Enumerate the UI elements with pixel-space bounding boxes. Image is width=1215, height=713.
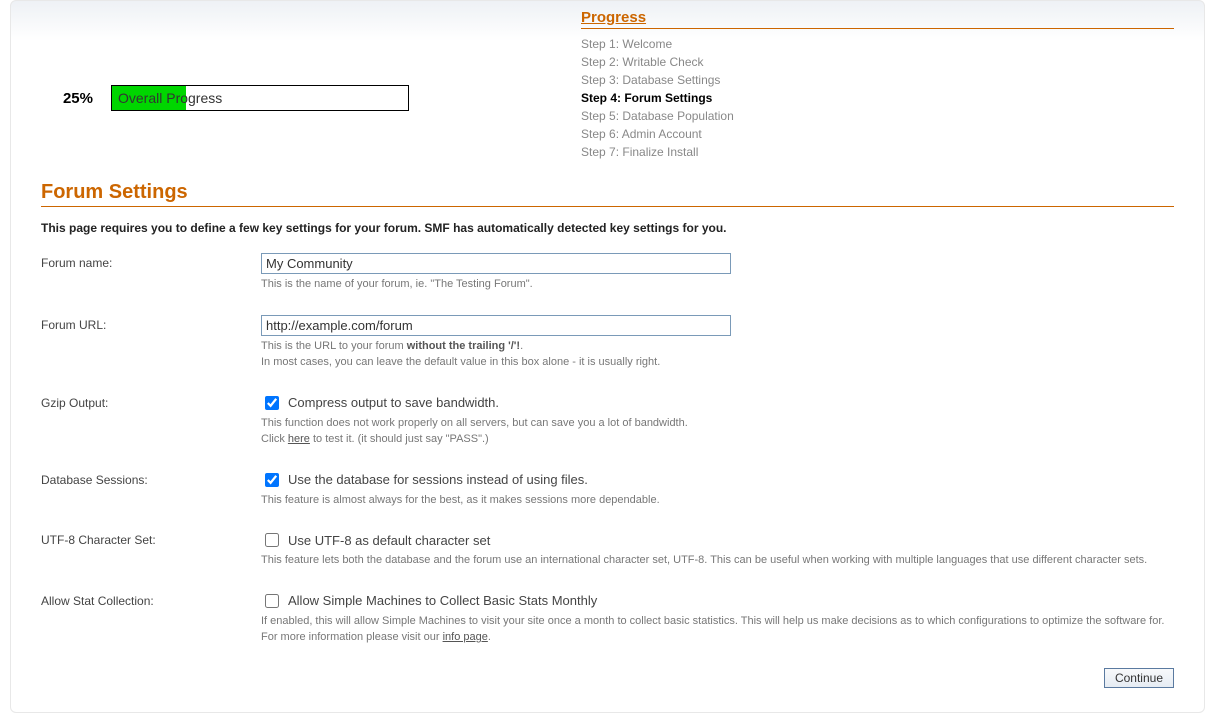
utf8-check-wrap[interactable]: Use UTF-8 as default character set xyxy=(261,530,1174,550)
hint-text: This is the URL to your forum xyxy=(261,340,407,352)
stats-check-label: Allow Simple Machines to Collect Basic S… xyxy=(288,593,597,608)
row-gzip: Gzip Output: Compress output to save ban… xyxy=(41,393,1174,448)
db-sessions-check-label: Use the database for sessions instead of… xyxy=(288,472,588,487)
label-utf8: UTF-8 Character Set: xyxy=(41,530,261,547)
step-item: Step 3: Database Settings xyxy=(581,71,1174,89)
hint-text: to test it. (it should just say "PASS".) xyxy=(310,433,489,445)
row-db-sessions: Database Sessions: Use the database for … xyxy=(41,470,1174,509)
utf8-checkbox[interactable] xyxy=(265,533,279,547)
row-forum-url: Forum URL: This is the URL to your forum… xyxy=(41,315,1174,371)
stats-check-wrap[interactable]: Allow Simple Machines to Collect Basic S… xyxy=(261,591,1174,611)
row-stats: Allow Stat Collection: Allow Simple Mach… xyxy=(41,591,1174,646)
gzip-test-link[interactable]: here xyxy=(288,433,310,445)
steps-panel: Progress Step 1: WelcomeStep 2: Writable… xyxy=(581,9,1174,161)
step-item: Step 4: Forum Settings xyxy=(581,89,1174,107)
hint-gzip: This function does not work properly on … xyxy=(261,415,1174,448)
db-sessions-checkbox[interactable] xyxy=(265,473,279,487)
hint-forum-name: This is the name of your forum, ie. "The… xyxy=(261,276,1174,293)
hint-strong: without the trailing '/'! xyxy=(407,340,520,352)
row-utf8: UTF-8 Character Set: Use UTF-8 as defaul… xyxy=(41,530,1174,569)
forum-name-input[interactable] xyxy=(261,253,731,274)
hint-text: This function does not work properly on … xyxy=(261,417,688,429)
label-forum-url: Forum URL: xyxy=(41,315,261,332)
hint-text: . xyxy=(520,340,523,352)
hint-db-sessions: This feature is almost always for the be… xyxy=(261,492,1174,509)
label-db-sessions: Database Sessions: xyxy=(41,470,261,487)
stats-checkbox[interactable] xyxy=(265,594,279,608)
hint-utf8: This feature lets both the database and … xyxy=(261,552,1174,569)
steps-heading: Progress xyxy=(581,9,1174,29)
hint-forum-url: This is the URL to your forum without th… xyxy=(261,338,1174,371)
continue-button[interactable]: Continue xyxy=(1104,668,1174,688)
stats-info-link[interactable]: info page xyxy=(443,631,488,643)
progress-bar: Overall Progress xyxy=(111,85,409,111)
hint-stats: If enabled, this will allow Simple Machi… xyxy=(261,613,1174,646)
overall-progress: 25% Overall Progress xyxy=(41,9,581,111)
hint-text: Click xyxy=(261,433,288,445)
step-item: Step 1: Welcome xyxy=(581,35,1174,53)
hint-text: If enabled, this will allow Simple Machi… xyxy=(261,615,1164,644)
gzip-checkbox[interactable] xyxy=(265,396,279,410)
install-panel: 25% Overall Progress Progress Step 1: We… xyxy=(10,0,1205,713)
gzip-check-label: Compress output to save bandwidth. xyxy=(288,395,499,410)
label-stats: Allow Stat Collection: xyxy=(41,591,261,608)
step-item: Step 5: Database Population xyxy=(581,107,1174,125)
gzip-check-wrap[interactable]: Compress output to save bandwidth. xyxy=(261,393,1174,413)
step-item: Step 2: Writable Check xyxy=(581,53,1174,71)
label-gzip: Gzip Output: xyxy=(41,393,261,410)
hint-text: . xyxy=(488,631,491,643)
label-forum-name: Forum name: xyxy=(41,253,261,270)
step-item: Step 6: Admin Account xyxy=(581,125,1174,143)
progress-bar-label: Overall Progress xyxy=(118,90,222,106)
section-intro: This page requires you to define a few k… xyxy=(41,221,1174,235)
step-item: Step 7: Finalize Install xyxy=(581,143,1174,161)
hint-text: In most cases, you can leave the default… xyxy=(261,356,660,368)
section-heading: Forum Settings xyxy=(41,181,1174,207)
progress-percent: 25% xyxy=(41,90,111,107)
db-sessions-check-wrap[interactable]: Use the database for sessions instead of… xyxy=(261,470,1174,490)
forum-url-input[interactable] xyxy=(261,315,731,336)
row-forum-name: Forum name: This is the name of your for… xyxy=(41,253,1174,293)
utf8-check-label: Use UTF-8 as default character set xyxy=(288,533,490,548)
